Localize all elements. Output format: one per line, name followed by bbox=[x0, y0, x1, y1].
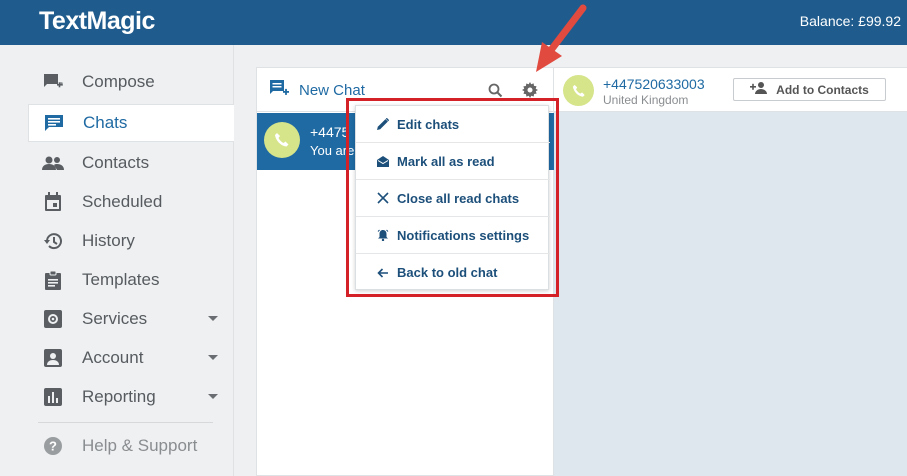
services-icon bbox=[42, 308, 64, 330]
conversation-phone-number[interactable]: +447520633003 bbox=[603, 76, 705, 92]
clipboard-icon bbox=[42, 269, 64, 291]
sidebar-item-label: Scheduled bbox=[82, 192, 163, 211]
calendar-icon bbox=[42, 191, 64, 213]
history-icon bbox=[42, 230, 64, 252]
sidebar-item-label: Compose bbox=[82, 72, 155, 91]
chat-phone-number: +4475 bbox=[310, 124, 350, 140]
sidebar-item-reporting[interactable]: Reporting bbox=[28, 378, 234, 416]
sidebar-item-label: Contacts bbox=[82, 153, 150, 172]
sidebar-item-chats[interactable]: Chats bbox=[28, 104, 234, 142]
sidebar-item-label: Services bbox=[82, 309, 148, 328]
balance-display: Balance: £99.92 bbox=[799, 13, 901, 29]
contacts-icon bbox=[42, 152, 64, 174]
sidebar-item-label: Help & Support bbox=[82, 436, 198, 455]
annotation-arrow-icon bbox=[536, 4, 587, 72]
sidebar-item-label: Chats bbox=[83, 113, 128, 132]
sidebar-item-label: Reporting bbox=[82, 387, 156, 406]
new-chat-label: New Chat bbox=[299, 81, 365, 99]
conversation-header: +447520633003 United Kingdom Add to Cont… bbox=[554, 68, 907, 112]
sidebar-item-label: History bbox=[82, 231, 135, 250]
chevron-down-icon[interactable] bbox=[208, 394, 218, 399]
highlight-box bbox=[346, 98, 559, 297]
sidebar: Compose Chats Contacts Scheduled History… bbox=[0, 45, 234, 476]
new-chat-icon bbox=[269, 79, 289, 101]
account-icon bbox=[42, 347, 64, 369]
sidebar-item-scheduled[interactable]: Scheduled bbox=[28, 183, 234, 221]
svg-text:?: ? bbox=[49, 439, 57, 454]
sidebar-item-templates[interactable]: Templates bbox=[28, 261, 234, 299]
sidebar-item-contacts[interactable]: Contacts bbox=[28, 144, 234, 182]
chat-icon bbox=[43, 112, 65, 134]
help-icon: ? bbox=[42, 435, 64, 457]
sidebar-item-help[interactable]: ? Help & Support bbox=[28, 427, 234, 465]
sidebar-divider bbox=[38, 422, 213, 423]
sidebar-item-history[interactable]: History bbox=[28, 222, 234, 260]
chevron-down-icon[interactable] bbox=[208, 355, 218, 360]
sidebar-item-label: Templates bbox=[82, 270, 160, 289]
sidebar-item-account[interactable]: Account bbox=[28, 339, 234, 377]
add-to-contacts-button[interactable]: Add to Contacts bbox=[733, 78, 886, 101]
chevron-down-icon[interactable] bbox=[208, 316, 218, 321]
sidebar-item-services[interactable]: Services bbox=[28, 300, 234, 338]
sidebar-item-compose[interactable]: Compose bbox=[28, 63, 234, 101]
phone-avatar-icon bbox=[264, 122, 300, 158]
conversation-country: United Kingdom bbox=[603, 93, 689, 107]
conversation-panel: +447520633003 United Kingdom Add to Cont… bbox=[554, 67, 907, 476]
compose-icon bbox=[42, 71, 64, 93]
sidebar-item-label: Account bbox=[82, 348, 144, 367]
top-header: TextMagic Balance: £99.92 bbox=[0, 0, 907, 45]
chart-icon bbox=[42, 386, 64, 408]
add-to-contacts-label: Add to Contacts bbox=[776, 82, 869, 97]
app-logo[interactable]: TextMagic bbox=[39, 7, 155, 36]
add-user-icon bbox=[750, 81, 768, 98]
